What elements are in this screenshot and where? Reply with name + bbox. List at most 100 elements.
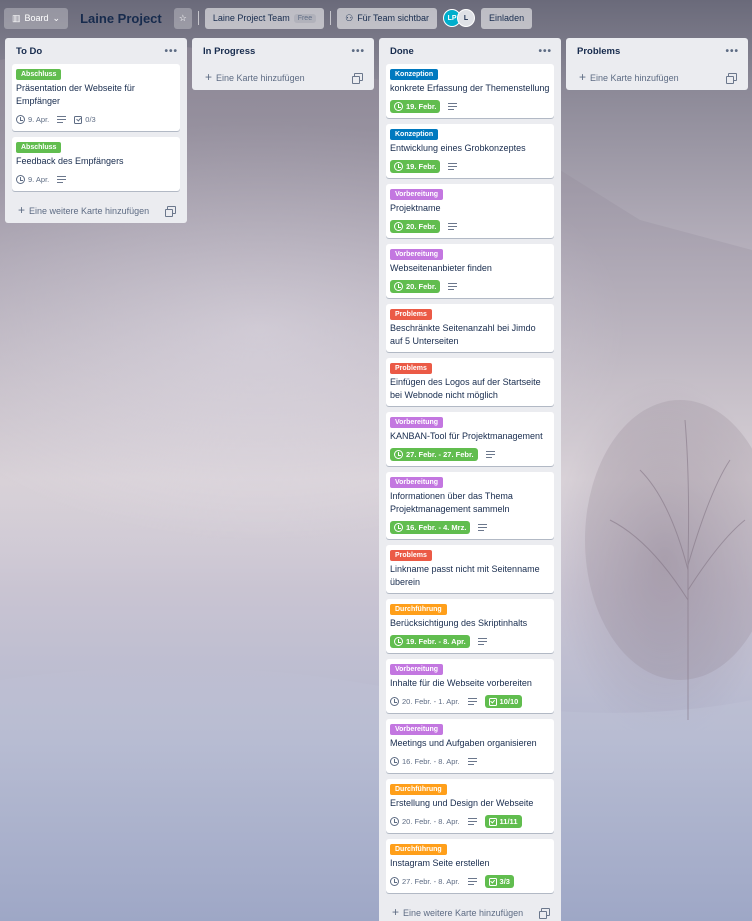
card[interactable]: Vorbereitung Projektname 20. Febr. xyxy=(386,184,554,238)
card[interactable]: Abschluss Feedback des Empfängers 9. Apr. xyxy=(12,137,180,191)
due-date-badge[interactable]: 9. Apr. xyxy=(16,175,49,184)
card-badges: 9. Apr. xyxy=(16,172,176,187)
card-badges: 16. Febr. - 4. Mrz. xyxy=(390,520,550,535)
card[interactable]: Vorbereitung Informationen über das Thema… xyxy=(386,472,554,539)
list-title[interactable]: Problems xyxy=(577,46,620,57)
list-to-do: To Do ••• Abschluss Präsentation der Webs… xyxy=(5,38,187,223)
due-date-badge[interactable]: 9. Apr. xyxy=(16,115,49,124)
card-label: Durchführung xyxy=(390,844,447,855)
list-menu-icon[interactable]: ••• xyxy=(725,46,741,57)
list-header: Done ••• xyxy=(386,38,554,64)
description-icon xyxy=(467,758,477,766)
add-card-button[interactable]: + Eine weitere Karte hinzufügen xyxy=(386,899,554,921)
due-date-badge[interactable]: 19. Febr. xyxy=(390,160,441,173)
add-card-label: Eine Karte hinzufügen xyxy=(216,73,305,83)
card-badges: 16. Febr. - 8. Apr. xyxy=(390,754,550,769)
clock-icon xyxy=(394,523,403,532)
star-button[interactable]: ☆ xyxy=(173,7,192,29)
chevron-down-icon: ⌄ xyxy=(52,12,61,23)
card-badges: 20. Febr. xyxy=(390,279,550,294)
description-icon xyxy=(478,524,488,532)
invite-button[interactable]: Einladen xyxy=(481,7,533,29)
due-date-badge[interactable]: 20. Febr. xyxy=(390,220,441,233)
list-menu-icon[interactable]: ••• xyxy=(164,46,180,57)
card[interactable]: Vorbereitung Webseitenanbieter finden 20. … xyxy=(386,244,554,298)
due-date-badge[interactable]: 19. Febr. xyxy=(390,100,441,113)
due-date-badge[interactable]: 27. Febr. - 8. Apr. xyxy=(390,877,460,886)
add-card-button[interactable]: + Eine Karte hinzufügen xyxy=(199,64,367,90)
due-date-badge[interactable]: 20. Febr. xyxy=(390,280,441,293)
due-date-badge[interactable]: 27. Febr. - 27. Febr. xyxy=(390,448,478,461)
card-title: Einfügen des Logos auf der Startseite be… xyxy=(390,377,541,400)
board-view-button[interactable]: ▥ Board ⌄ xyxy=(4,7,69,29)
card[interactable]: Durchführung Erstellung und Design der We… xyxy=(386,779,554,833)
card[interactable]: Vorbereitung Inhalte für die Webseite vor… xyxy=(386,659,554,713)
plus-icon: + xyxy=(392,905,400,919)
description-icon xyxy=(467,818,477,826)
plus-icon: + xyxy=(205,70,213,84)
card[interactable]: Durchführung Instagram Seite erstellen 27.… xyxy=(386,839,554,893)
list-title[interactable]: Done xyxy=(390,46,414,57)
checklist-icon xyxy=(488,697,497,706)
due-date-badge[interactable]: 20. Febr. - 8. Apr. xyxy=(390,817,460,826)
card[interactable]: Vorbereitung KANBAN-Tool für Projektmanag… xyxy=(386,412,554,466)
list-menu-icon[interactable]: ••• xyxy=(538,46,554,57)
card-title: Projektname xyxy=(390,203,441,213)
checklist-badge: 10/10 xyxy=(484,695,523,708)
clock-icon xyxy=(390,817,399,826)
member-avatars: LP L xyxy=(443,9,476,27)
due-date-badge[interactable]: 20. Febr. - 1. Apr. xyxy=(390,697,460,706)
card-label: Problems xyxy=(390,309,432,320)
visibility-button[interactable]: ⚇ Für Team sichtbar xyxy=(337,7,438,29)
card-title: Feedback des Empfängers xyxy=(16,156,124,166)
list-header: To Do ••• xyxy=(12,38,180,64)
clock-icon xyxy=(16,175,25,184)
card-label: Vorbereitung xyxy=(390,417,444,428)
add-card-button[interactable]: + Eine weitere Karte hinzufügen xyxy=(12,197,180,223)
add-card-button[interactable]: + Eine Karte hinzufügen xyxy=(573,64,741,90)
due-date-badge[interactable]: 16. Febr. - 4. Mrz. xyxy=(390,521,471,534)
card-title: Instagram Seite erstellen xyxy=(390,858,490,868)
board-title[interactable]: Laine Project xyxy=(74,11,168,26)
card[interactable]: Abschluss Präsentation der Webseite für E… xyxy=(12,64,180,131)
checklist-count: 11/11 xyxy=(499,817,518,826)
card[interactable]: Konzeption Entwicklung eines Grobkonzepte… xyxy=(386,124,554,178)
card-label: Vorbereitung xyxy=(390,189,444,200)
description-icon xyxy=(467,878,477,886)
board-view-label: Board xyxy=(24,13,49,23)
list-menu-icon[interactable]: ••• xyxy=(351,46,367,57)
add-card-label: Eine Karte hinzufügen xyxy=(590,73,679,83)
card-label: Vorbereitung xyxy=(390,477,444,488)
card-title: Informationen über das Thema Projektmana… xyxy=(390,491,513,514)
card[interactable]: Problems Beschränkte Seitenanzahl bei Jim… xyxy=(386,304,554,352)
card-template-icon[interactable] xyxy=(539,908,550,919)
card[interactable]: Durchführung Berücksichtigung des Skripti… xyxy=(386,599,554,653)
due-date-badge[interactable]: 16. Febr. - 8. Apr. xyxy=(390,757,460,766)
card-badges: 19. Febr. xyxy=(390,159,550,174)
card-template-icon[interactable] xyxy=(352,73,363,84)
card-label: Problems xyxy=(390,363,432,374)
card-container: Abschluss Präsentation der Webseite für E… xyxy=(12,64,180,191)
due-date-badge[interactable]: 19. Febr. - 8. Apr. xyxy=(390,635,470,648)
team-button[interactable]: Laine Project Team Free xyxy=(204,7,325,29)
card-title: Meetings und Aufgaben organisieren xyxy=(390,738,537,748)
card-template-icon[interactable] xyxy=(165,206,176,217)
card-title: Präsentation der Webseite für Empfänger xyxy=(16,83,135,106)
due-date-text: 9. Apr. xyxy=(28,175,50,184)
card[interactable]: Konzeption konkrete Erfassung der Themens… xyxy=(386,64,554,118)
card-template-icon[interactable] xyxy=(726,73,737,84)
card[interactable]: Vorbereitung Meetings und Aufgaben organi… xyxy=(386,719,554,773)
due-date-text: 27. Febr. - 8. Apr. xyxy=(402,877,460,886)
list-title[interactable]: To Do xyxy=(16,46,42,57)
clock-icon xyxy=(390,697,399,706)
list-title[interactable]: In Progress xyxy=(203,46,255,57)
due-date-text: 19. Febr. - 8. Apr. xyxy=(406,637,466,646)
avatar[interactable]: L xyxy=(457,9,476,27)
card-title: Inhalte für die Webseite vorbereiten xyxy=(390,678,532,688)
clock-icon xyxy=(16,115,25,124)
card[interactable]: Problems Linkname passt nicht mit Seitenn… xyxy=(386,545,554,593)
card-badges: 19. Febr. xyxy=(390,99,550,114)
due-date-text: 20. Febr. xyxy=(406,222,437,231)
card[interactable]: Problems Einfügen des Logos auf der Start… xyxy=(386,358,554,406)
card-label: Problems xyxy=(390,550,432,561)
